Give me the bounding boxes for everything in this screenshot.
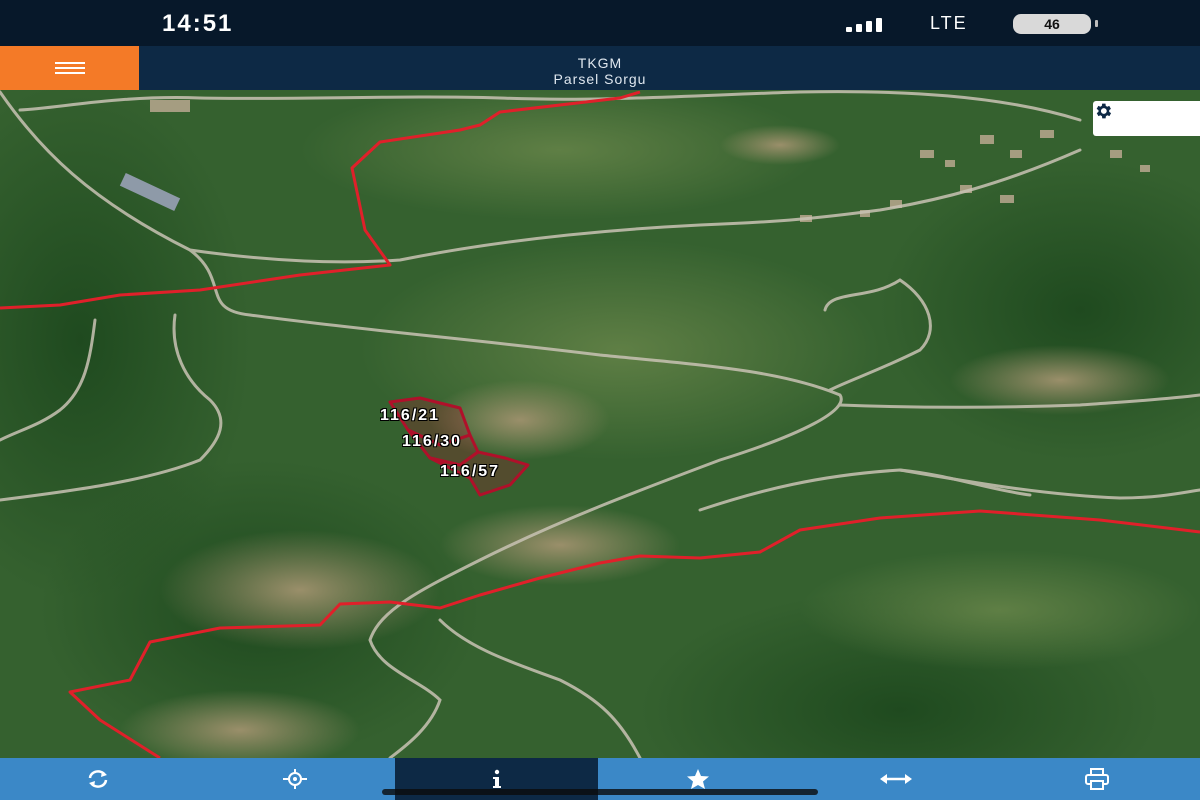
signal-strength-icon	[846, 14, 882, 32]
battery-icon: 46	[1013, 14, 1091, 34]
parcel-label[interactable]: 116/57	[440, 463, 500, 481]
star-icon	[687, 769, 709, 789]
network-type: LTE	[930, 13, 968, 33]
app-title: TKGM	[577, 55, 623, 71]
parcel-label[interactable]: 116/30	[402, 433, 462, 451]
map-imagery	[0, 90, 1200, 758]
print-icon	[1084, 768, 1109, 790]
status-time: 14:51	[162, 10, 234, 37]
app-subtitle: Parsel Sorgu	[553, 71, 647, 87]
measure-button[interactable]	[798, 758, 993, 800]
print-button[interactable]	[993, 758, 1200, 800]
home-indicator[interactable]	[382, 789, 818, 795]
satellite-map[interactable]: 116/21 116/30 116/57	[0, 90, 1200, 758]
locate-button[interactable]	[195, 758, 395, 800]
map-settings-button[interactable]	[1093, 101, 1200, 136]
battery-tip	[1095, 20, 1098, 27]
gear-icon	[1096, 103, 1112, 119]
measure-arrows-icon	[879, 774, 912, 784]
app-header: TKGM Parsel Sorgu	[0, 46, 1200, 90]
refresh-icon	[88, 770, 107, 788]
refresh-button[interactable]	[0, 758, 195, 800]
status-bar: 14:51 LTE 46	[0, 0, 1200, 46]
locate-crosshair-icon	[283, 769, 307, 789]
battery-level: 46	[1044, 16, 1060, 32]
info-icon	[492, 769, 501, 788]
parcel-label[interactable]: 116/21	[380, 407, 440, 425]
